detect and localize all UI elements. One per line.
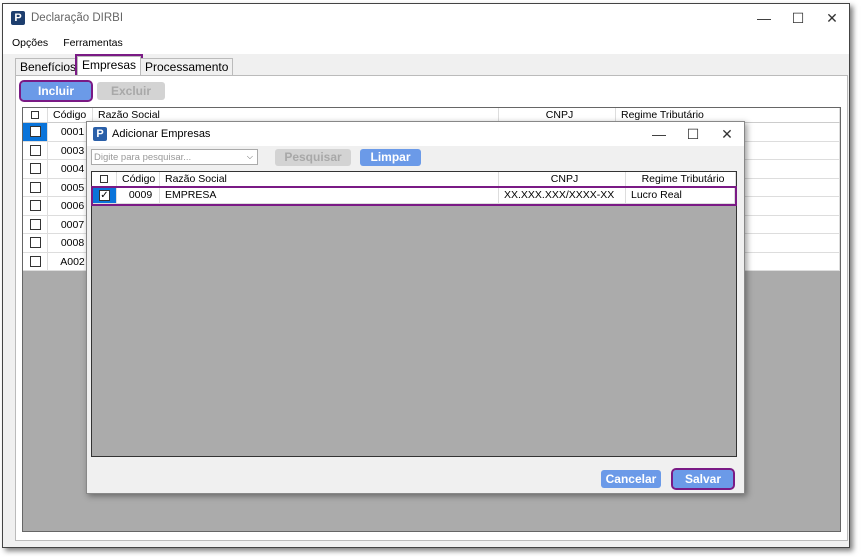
menu-opcoes[interactable]: Opções <box>12 37 48 49</box>
cell-razao: EMPRESA <box>160 188 499 203</box>
tab-beneficios[interactable]: Benefícios <box>15 58 82 75</box>
cell-cnpj: XX.XXX.XXX/XXXX-XX <box>499 188 626 203</box>
tab-empresas[interactable]: Empresas <box>74 54 144 77</box>
col-regime[interactable]: Regime Tributário <box>616 108 840 122</box>
col-codigo[interactable]: Código <box>48 108 93 122</box>
tab-processamento[interactable]: Processamento <box>140 58 234 75</box>
cell-codigo: 0009 <box>117 188 160 203</box>
row-checkbox[interactable] <box>23 234 48 252</box>
close-icon[interactable]: ✕ <box>815 10 849 27</box>
row-checkbox[interactable] <box>23 215 48 233</box>
dialog-logo-icon: P <box>93 127 107 141</box>
minimize-icon[interactable]: — <box>747 10 781 26</box>
row-checkbox[interactable] <box>23 160 48 178</box>
chevron-down-icon[interactable]: ⌵ <box>247 152 257 162</box>
include-button[interactable]: Incluir <box>19 80 93 102</box>
select-all-checkbox[interactable] <box>23 108 48 122</box>
dialog-close-icon[interactable]: ✕ <box>710 126 744 143</box>
title-bar: P Declaração DIRBI — ☐ ✕ <box>3 4 849 32</box>
dialog-col-codigo[interactable]: Código <box>117 172 160 186</box>
row-checkbox[interactable] <box>23 252 48 270</box>
row-checkbox[interactable]: ✓ <box>93 188 117 203</box>
exclude-button: Excluir <box>97 82 165 100</box>
col-razao[interactable]: Razão Social <box>93 108 499 122</box>
dialog-col-razao[interactable]: Razão Social <box>160 172 499 186</box>
cell-regime: Lucro Real <box>626 188 735 203</box>
search-input[interactable]: Digite para pesquisar... ⌵ <box>91 149 258 165</box>
add-companies-dialog: P Adicionar Empresas — ☐ ✕ Digite para p… <box>86 121 745 494</box>
menu-bar: Opções Ferramentas <box>3 32 849 54</box>
dialog-grid: Código Razão Social CNPJ Regime Tributár… <box>91 171 737 457</box>
search-placeholder: Digite para pesquisar... <box>94 151 192 163</box>
row-checkbox[interactable] <box>23 141 48 159</box>
dialog-col-cnpj[interactable]: CNPJ <box>499 172 626 186</box>
app-logo-icon: P <box>11 11 25 25</box>
dialog-maximize-icon[interactable]: ☐ <box>676 126 710 143</box>
dialog-select-all-checkbox[interactable] <box>92 172 117 186</box>
col-cnpj[interactable]: CNPJ <box>499 108 616 122</box>
maximize-icon[interactable]: ☐ <box>781 10 815 27</box>
menu-ferramentas[interactable]: Ferramentas <box>63 37 123 49</box>
table-row[interactable]: ✓ 0009 EMPRESA XX.XXX.XXX/XXXX-XX Lucro … <box>91 186 737 206</box>
dialog-title-bar: P Adicionar Empresas — ☐ ✕ <box>87 122 744 146</box>
row-checkbox[interactable] <box>23 123 48 141</box>
dialog-minimize-icon[interactable]: — <box>642 126 676 142</box>
window-title: Declaração DIRBI <box>31 12 124 24</box>
row-checkbox[interactable] <box>23 178 48 196</box>
row-checkbox[interactable] <box>23 197 48 215</box>
clear-button[interactable]: Limpar <box>360 149 421 166</box>
search-button: Pesquisar <box>275 149 351 166</box>
cancel-button[interactable]: Cancelar <box>601 470 661 488</box>
dialog-title: Adicionar Empresas <box>112 128 211 140</box>
save-button[interactable]: Salvar <box>671 468 735 490</box>
dialog-col-regime[interactable]: Regime Tributário <box>626 172 736 186</box>
